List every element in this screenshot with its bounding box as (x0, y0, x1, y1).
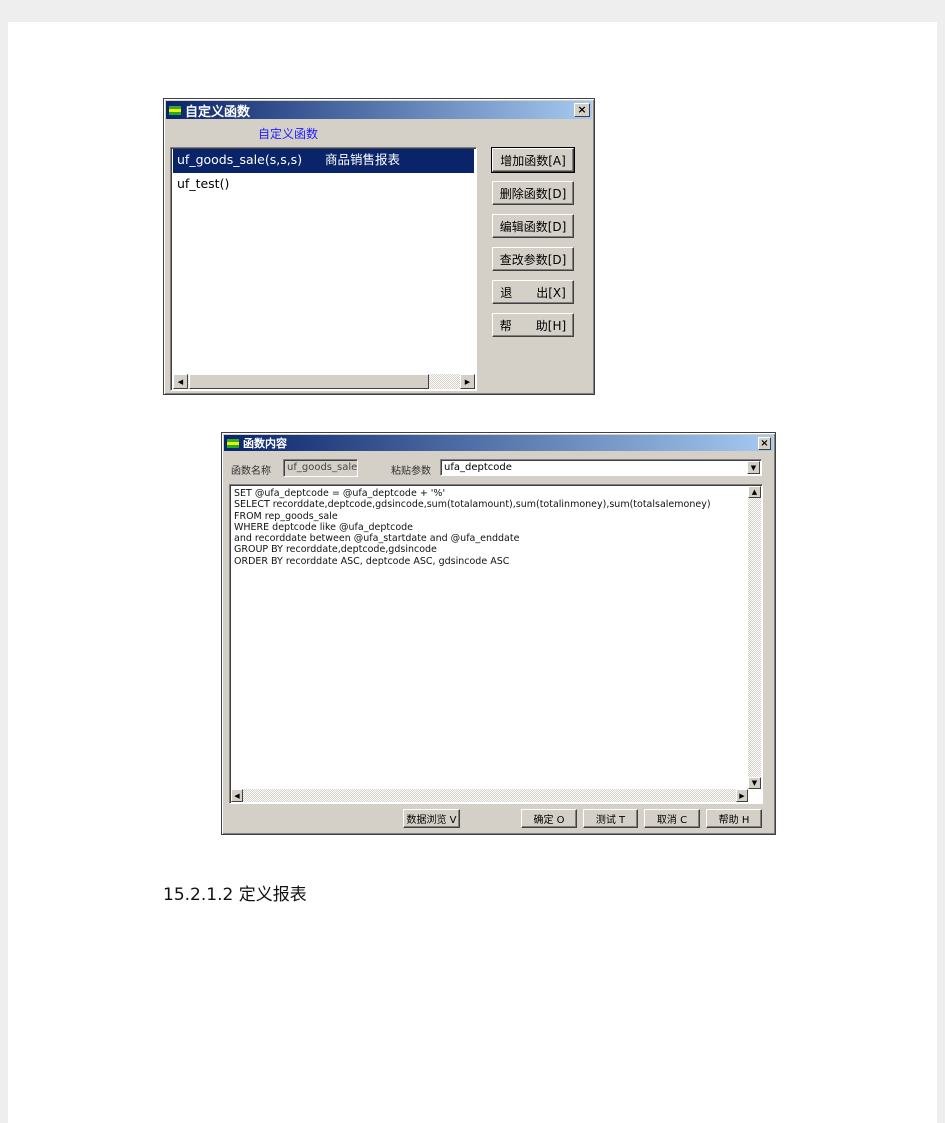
scroll-left-icon[interactable]: ◀ (173, 374, 188, 389)
app-icon (227, 438, 239, 448)
code-line: SET @ufa_deptcode = @ufa_deptcode + '%' (234, 488, 446, 499)
vertical-scrollbar[interactable]: ▲ ▼ (748, 486, 761, 789)
code-line: FROM rep_goods_sale (234, 510, 338, 522)
delete-function-button[interactable]: 删除函数[D] (492, 181, 574, 205)
function-name: uf_goods_sale(s,s,s) (177, 152, 303, 167)
list-item[interactable]: uf_test() (173, 173, 474, 197)
cancel-button[interactable]: 取消 C (644, 809, 700, 828)
section-heading: 15.2.1.2 定义报表 (163, 885, 307, 905)
function-content-dialog: 函数内容 × 函数名称 uf_goods_sale 粘贴参数 ufa_deptc… (221, 432, 776, 835)
title-bar: 自定义函数 × (166, 101, 592, 120)
exit-button[interactable]: 退 出[X] (492, 280, 574, 304)
function-name-field: uf_goods_sale (283, 459, 358, 477)
dropdown-arrow-icon[interactable]: ▼ (747, 461, 760, 474)
function-name-label: 函数名称 (231, 466, 271, 477)
paste-param-label: 粘贴参数 (391, 466, 431, 477)
dialog-title: 函数内容 (243, 437, 287, 450)
edit-function-button[interactable]: 编辑函数[D] (492, 214, 574, 238)
help-button[interactable]: 帮助 H (706, 809, 762, 828)
modify-params-button[interactable]: 查改参数[D] (492, 247, 574, 271)
scroll-right-icon[interactable]: ▶ (736, 789, 748, 802)
scroll-up-icon[interactable]: ▲ (748, 486, 761, 498)
subtitle: 自定义函数 (258, 127, 319, 141)
code-line: SELECT recorddate,deptcode,gdsincode,sum… (234, 499, 711, 511)
ok-button[interactable]: 确定 O (521, 809, 577, 828)
paste-param-select[interactable]: ufa_deptcode ▼ (440, 459, 762, 476)
add-function-button[interactable]: 增加函数[A] (491, 147, 575, 173)
code-editor[interactable]: SET @ufa_deptcode = @ufa_deptcode + '%' S… (229, 484, 763, 804)
function-list[interactable]: uf_goods_sale(s,s,s) 商品销售报表 uf_test() ◀ ▶ (170, 147, 477, 391)
code-line: and recorddate between @ufa_startdate an… (234, 533, 520, 545)
code-line: ORDER BY recorddate ASC, deptcode ASC, g… (234, 555, 510, 567)
horizontal-scrollbar[interactable]: ◀ ▶ (231, 789, 748, 802)
function-name: uf_test() (177, 176, 230, 191)
horizontal-scrollbar[interactable]: ◀ ▶ (173, 374, 475, 389)
param-value: ufa_deptcode (444, 462, 512, 473)
help-button[interactable]: 帮 助[H] (492, 313, 574, 337)
title-bar: 函数内容 × (224, 435, 773, 451)
browse-data-button[interactable]: 数据浏览 V (403, 809, 460, 828)
list-item[interactable]: uf_goods_sale(s,s,s) 商品销售报表 (173, 149, 474, 173)
code-line: GROUP BY recorddate,deptcode,gdsincode (234, 544, 437, 556)
custom-function-dialog: 自定义函数 × 自定义函数 uf_goods_sale(s,s,s) 商品销售报表… (163, 98, 595, 395)
close-button[interactable]: × (574, 103, 590, 117)
scroll-down-icon[interactable]: ▼ (748, 777, 761, 789)
close-button[interactable]: × (758, 437, 771, 450)
dialog-title: 自定义函数 (185, 104, 251, 120)
scroll-right-icon[interactable]: ▶ (460, 374, 475, 389)
function-desc: 商品销售报表 (325, 152, 401, 167)
app-icon (169, 105, 181, 115)
code-line: WHERE deptcode like @ufa_deptcode (234, 521, 414, 533)
test-button[interactable]: 测试 T (583, 809, 638, 828)
scroll-left-icon[interactable]: ◀ (231, 789, 243, 802)
scroll-thumb[interactable] (189, 374, 429, 389)
